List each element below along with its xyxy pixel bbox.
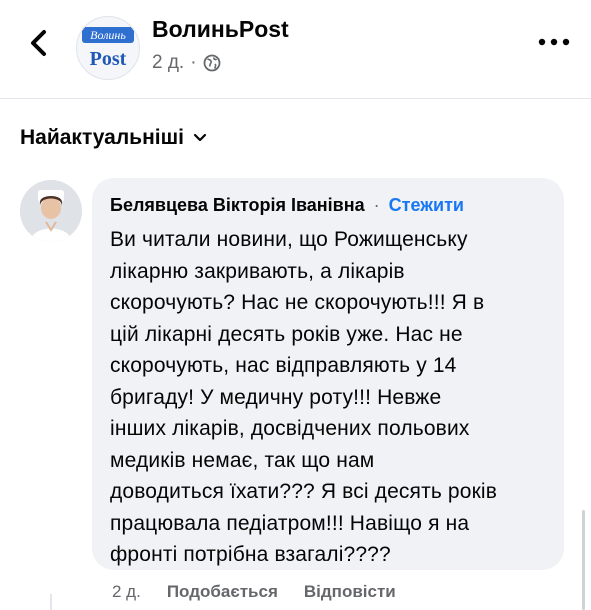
follow-button[interactable]: Стежити (389, 195, 464, 215)
scrollbar[interactable] (582, 510, 585, 610)
comment-actions: 2 д. Подобається Відповісти (112, 582, 396, 602)
globe-icon (203, 54, 220, 72)
comment-text: Ви читали новини, що Рожищенську лікарню… (110, 228, 498, 566)
commenter-avatar[interactable] (20, 180, 82, 242)
meta-dot: · (190, 52, 197, 73)
post-meta: 2 д. · (152, 52, 221, 74)
reply-thread-line (50, 594, 52, 610)
post-time[interactable]: 2 д. (152, 52, 184, 74)
chevron-left-icon (31, 30, 46, 56)
comment-author[interactable]: Белявцева Вікторія Іванівна (110, 195, 365, 215)
comment-bubble: Белявцева Вікторія Іванівна · Стежити Ви… (92, 178, 564, 570)
author-separator: · (373, 195, 380, 215)
back-button[interactable] (22, 26, 56, 60)
like-button[interactable]: Подобається (167, 582, 278, 602)
post-header: Волинь Post ВолиньPost 2 д. · (0, 0, 591, 92)
page-avatar[interactable]: Волинь Post (76, 16, 140, 80)
more-options-button[interactable] (536, 30, 572, 54)
header-divider (0, 98, 591, 99)
sort-label: Найактуальніші (20, 126, 184, 149)
logo-text-top: Волинь (82, 27, 134, 43)
logo-text-bottom: Post (89, 48, 127, 70)
comment-author-line: Белявцева Вікторія Іванівна · Стежити (110, 192, 546, 218)
chevron-down-icon (193, 133, 207, 142)
comment-sort-dropdown[interactable]: Найактуальніші (20, 126, 208, 150)
user-photo-icon (20, 180, 82, 242)
comment-time[interactable]: 2 д. (112, 582, 141, 602)
more-horizontal-icon (538, 38, 570, 46)
page-name[interactable]: ВолиньPost (152, 16, 289, 43)
reply-button[interactable]: Відповісти (304, 582, 396, 602)
